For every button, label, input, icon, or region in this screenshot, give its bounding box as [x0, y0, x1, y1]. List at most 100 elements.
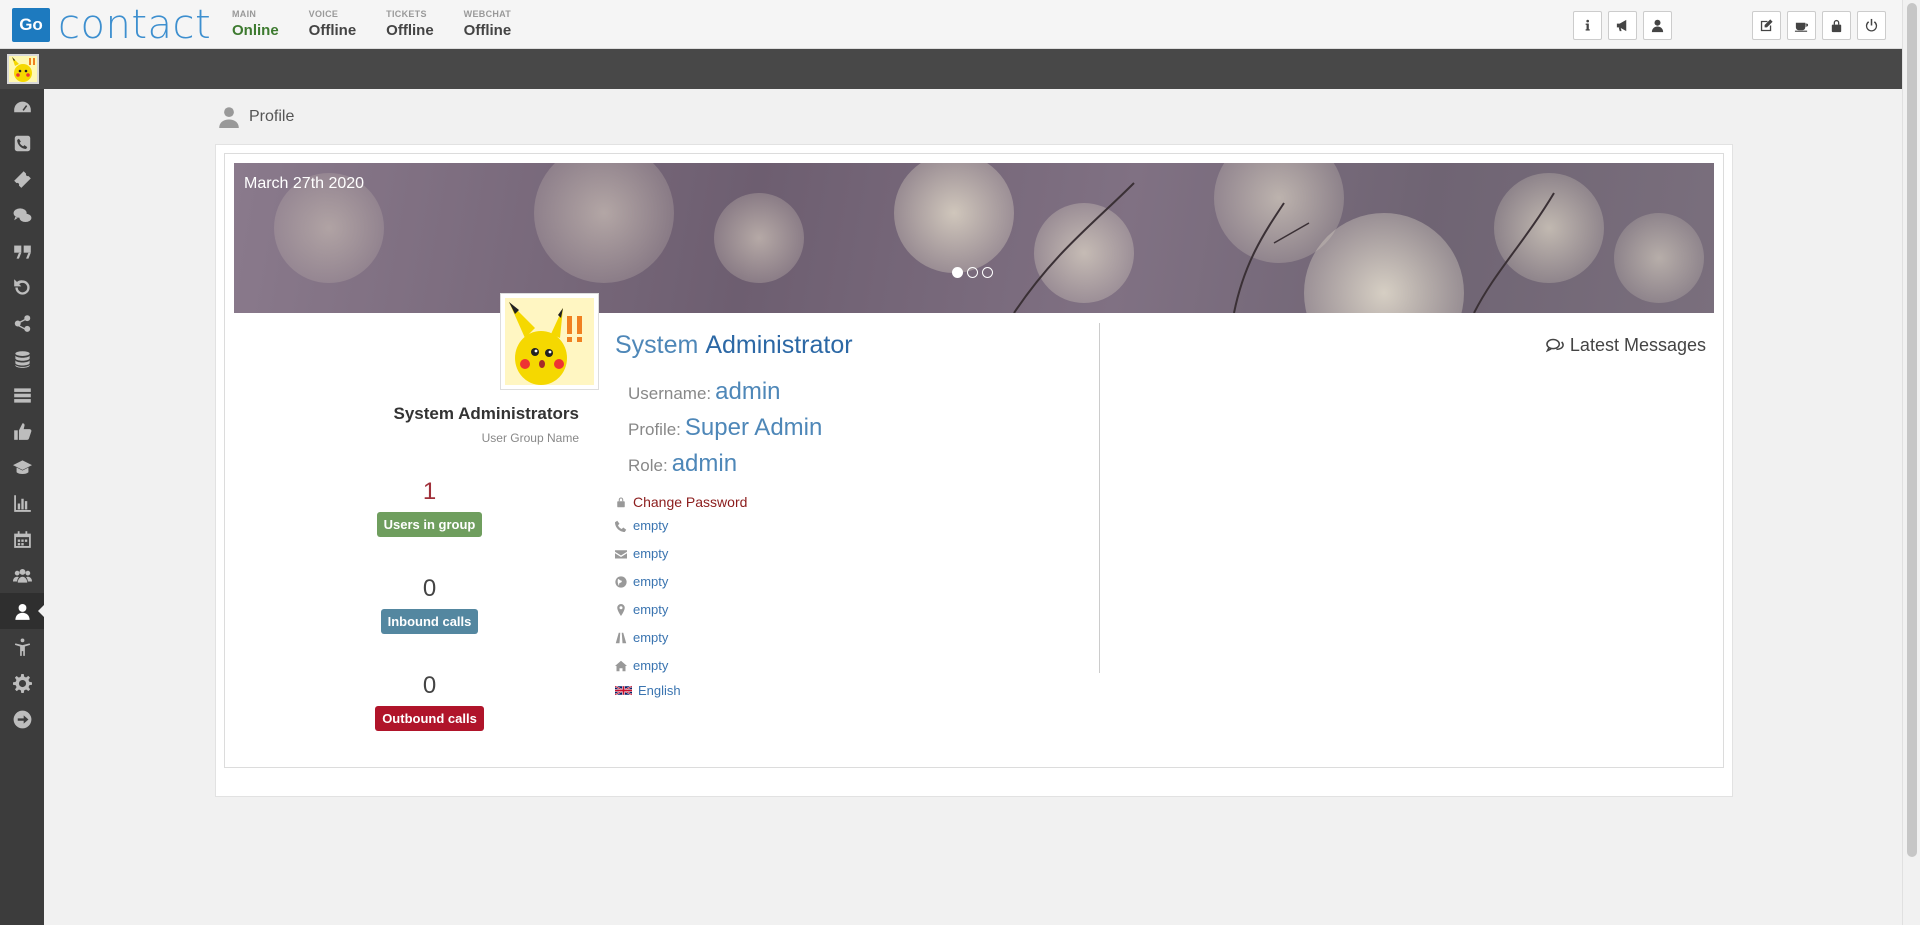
home-value: empty: [633, 658, 669, 673]
phone-field[interactable]: empty: [615, 518, 668, 533]
sidebar-item-tickets[interactable]: [0, 161, 44, 197]
database-icon: [14, 350, 30, 368]
user-full-name: System Administrator: [615, 331, 853, 360]
logout-button[interactable]: [1857, 11, 1886, 40]
profile-icon: [14, 603, 30, 620]
announcement-button[interactable]: [1608, 11, 1637, 40]
sidebar-item-navigate[interactable]: [0, 701, 44, 737]
location-field[interactable]: empty: [615, 602, 668, 617]
sidebar-item-reports[interactable]: [0, 485, 44, 521]
status-label: WEBCHAT: [463, 9, 512, 19]
carousel-dot[interactable]: [982, 267, 993, 278]
scrollbar-thumb[interactable]: [1907, 3, 1917, 857]
change-password-label: Change Password: [633, 494, 748, 510]
break-button[interactable]: [1787, 11, 1816, 40]
toolbar-right: [1752, 11, 1892, 40]
stat-badge: Inbound calls: [380, 609, 479, 634]
sidebar-item-settings[interactable]: [0, 665, 44, 701]
address-value: empty: [633, 630, 669, 645]
banner-branches: [1013, 182, 1555, 313]
status-indicators: MAIN Online VOICE Offline TICKETS Offlin…: [232, 9, 541, 39]
profile-row: Profile: Super Admin: [628, 414, 822, 442]
thumbs-up-icon: [13, 422, 31, 440]
website-field[interactable]: empty: [615, 574, 668, 589]
stat-badge: Outbound calls: [375, 706, 484, 731]
arrow-right-icon: [13, 710, 31, 728]
sidebar-item-calendar[interactable]: [0, 521, 44, 557]
email-field[interactable]: empty: [615, 546, 668, 561]
group-name: System Administrators: [393, 404, 579, 423]
status-webchat: WEBCHAT Offline: [464, 9, 512, 39]
stat-outbound-calls: 0 Outbound calls: [369, 672, 490, 731]
role-row: Role: admin: [628, 450, 737, 478]
sidebar-item-dashboard[interactable]: [0, 89, 44, 125]
sidebar-item-training[interactable]: [0, 449, 44, 485]
stat-value: 0: [422, 672, 437, 699]
banner-date: March 27th 2020: [244, 175, 365, 192]
sidebar-item-database[interactable]: [0, 341, 44, 377]
sidebar-item-chat[interactable]: [0, 197, 44, 233]
email-value: empty: [633, 546, 669, 561]
breadcrumb-label: Profile: [249, 108, 295, 125]
user-first-name: System: [615, 331, 699, 359]
road-icon: [615, 632, 627, 643]
carousel-dot[interactable]: [967, 267, 978, 278]
info-icon: [1585, 19, 1590, 31]
lock-icon: [1831, 19, 1842, 33]
status-tickets: TICKETS Offline: [386, 9, 434, 39]
logo-text: contact: [58, 2, 212, 48]
stat-value: 1: [422, 478, 437, 505]
sidebar-item-share[interactable]: [0, 305, 44, 341]
comments-icon: [1545, 338, 1564, 352]
status-voice: VOICE Offline: [309, 9, 357, 39]
sidebar-item-lists[interactable]: [0, 377, 44, 413]
sidebar-item-feedback[interactable]: [0, 413, 44, 449]
language-field[interactable]: English: [615, 683, 681, 698]
breadcrumb: Profile: [219, 106, 294, 128]
map-marker-icon: [617, 603, 625, 616]
user-menu-button[interactable]: [1643, 11, 1672, 40]
carousel-dot[interactable]: [952, 267, 963, 278]
username-label: Username:: [628, 384, 712, 403]
phone-icon: [14, 135, 30, 151]
sidebar-item-users[interactable]: [0, 557, 44, 593]
sidebar: [0, 89, 45, 925]
compose-button[interactable]: [1752, 11, 1781, 40]
power-icon: [1865, 18, 1878, 32]
globe-icon: [615, 575, 627, 588]
settings-icon: [12, 673, 32, 693]
change-password-link[interactable]: Change Password: [615, 494, 747, 510]
profile-avatar[interactable]: [500, 293, 599, 390]
status-value: Online: [232, 22, 279, 39]
sidebar-item-profile[interactable]: [0, 593, 45, 629]
latest-messages-heading: Latest Messages: [1545, 335, 1706, 356]
sidebar-item-quotes[interactable]: [0, 233, 44, 269]
status-label: MAIN: [232, 9, 257, 19]
avatar-image: [505, 298, 594, 385]
status-value: Offline: [308, 22, 357, 39]
page-scrollbar[interactable]: [1902, 0, 1920, 925]
info-button[interactable]: [1573, 11, 1602, 40]
sidebar-item-phone[interactable]: [0, 125, 44, 161]
top-bar: Go contact MAIN Online VOICE Offline TIC…: [0, 0, 1902, 49]
user-last-name: Administrator: [705, 331, 853, 359]
phone-icon: [615, 520, 627, 532]
user-icon: [1651, 19, 1664, 33]
sidebar-item-history[interactable]: [0, 269, 44, 305]
logo[interactable]: Go contact: [12, 2, 212, 48]
lock-icon: [617, 497, 625, 508]
home-field[interactable]: empty: [615, 658, 668, 673]
status-label: TICKETS: [386, 9, 427, 19]
stat-badge: Users in group: [376, 512, 483, 537]
address-field[interactable]: empty: [615, 630, 668, 645]
sidebar-item-accessibility[interactable]: [0, 629, 44, 665]
lock-button[interactable]: [1822, 11, 1851, 40]
status-value: Offline: [386, 22, 434, 39]
stat-inbound-calls: 0 Inbound calls: [369, 575, 490, 634]
dashboard-icon: [13, 101, 31, 112]
sidebar-avatar[interactable]: [7, 54, 39, 84]
user-icon: [219, 107, 239, 128]
toolbar-left: [1573, 11, 1678, 40]
logo-badge: Go: [12, 8, 50, 42]
home-icon: [615, 660, 627, 671]
